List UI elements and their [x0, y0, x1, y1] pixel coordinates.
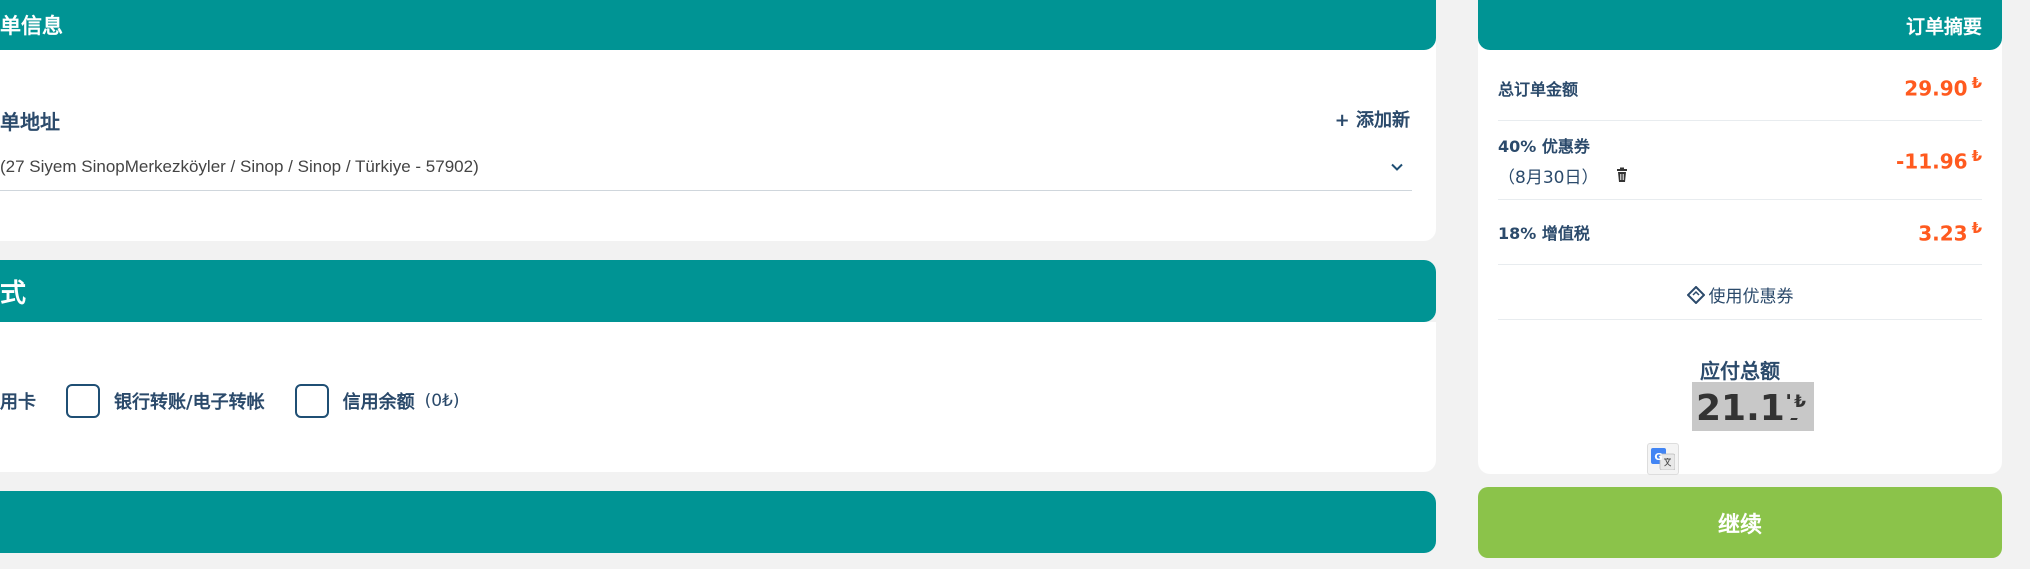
billing-address-value: (27 Siyem SinopMerkezköyler / Sinop / Si… — [0, 156, 479, 176]
order-summary-header: 订单摘要 — [1478, 0, 2002, 50]
billing-section-header: 单信息 — [0, 0, 1436, 50]
summary-row-coupon: 40% 优惠券 （8月30日） -11.96 ₺ — [1498, 121, 1982, 200]
vat-value: 3.23 ₺ — [1918, 218, 1982, 246]
payable-total-label: 应付总额 — [1700, 359, 1780, 383]
payment-options: 用卡 银行转账/电子转帐 信用余额 (0₺) — [0, 384, 459, 418]
use-coupon-label: 使用优惠券 — [1708, 287, 1794, 307]
add-new-address-button[interactable]: + 添加新 — [1335, 106, 1410, 132]
coupon-label: 40% 优惠券 — [1498, 136, 1590, 156]
google-translate-icon[interactable]: G — [1647, 443, 1679, 475]
payment-section-header: 式 — [0, 260, 1436, 322]
billing-section-title: 单信息 — [0, 14, 63, 38]
billing-address-select[interactable]: (27 Siyem SinopMerkezköyler / Sinop / Si… — [0, 143, 1412, 191]
payment-option-label: 用卡 — [0, 392, 36, 413]
payment-option-credit-balance[interactable]: 信用余额 (0₺) — [294, 384, 460, 418]
payment-option-label: 银行转账/电子转帐 — [114, 392, 265, 413]
total-label: 总订单金额 — [1498, 79, 1579, 99]
continue-button[interactable]: 继续 — [1478, 487, 2002, 558]
billing-address-label: 单地址 — [0, 110, 60, 134]
credit-balance-note: (0₺) — [424, 391, 460, 411]
payment-option-bank-transfer[interactable]: 银行转账/电子转帐 — [66, 384, 265, 418]
payment-section-title: 式 — [0, 278, 27, 309]
payment-option-credit-card[interactable]: 用卡 — [0, 388, 36, 414]
use-coupon-link[interactable]: 使用优惠券 — [1498, 270, 1982, 320]
payment-option-label: 信用余额 — [342, 392, 415, 413]
summary-row-total: 总订单金额 29.90 ₺ — [1498, 55, 1982, 121]
payable-currency: ₺ — [1790, 386, 1810, 418]
next-section-header — [0, 491, 1436, 553]
trash-icon[interactable] — [1614, 167, 1630, 183]
billing-card: 单信息 单地址 + 添加新 (27 Siyem SinopMerkezköyle… — [0, 0, 1436, 241]
coupon-value: -11.96 ₺ — [1896, 146, 1982, 174]
ticket-icon — [1686, 285, 1705, 304]
order-summary-card: 订单摘要 总订单金额 29.90 ₺ 40% 优惠券 （8月30日） -11.96… — [1478, 0, 2002, 474]
coupon-date: （8月30日） — [1498, 167, 1599, 188]
svg-text:G: G — [1654, 452, 1662, 463]
credit-balance-checkbox[interactable] — [294, 384, 329, 418]
summary-row-vat: 18% 增值税 3.23 ₺ — [1498, 200, 1982, 265]
chevron-down-icon — [1391, 163, 1403, 171]
vat-label: 18% 增值税 — [1498, 224, 1590, 243]
order-summary-title: 订单摘要 — [1905, 15, 1982, 38]
bank-transfer-checkbox[interactable] — [66, 384, 100, 418]
total-value: 29.90 ₺ — [1904, 74, 1982, 101]
